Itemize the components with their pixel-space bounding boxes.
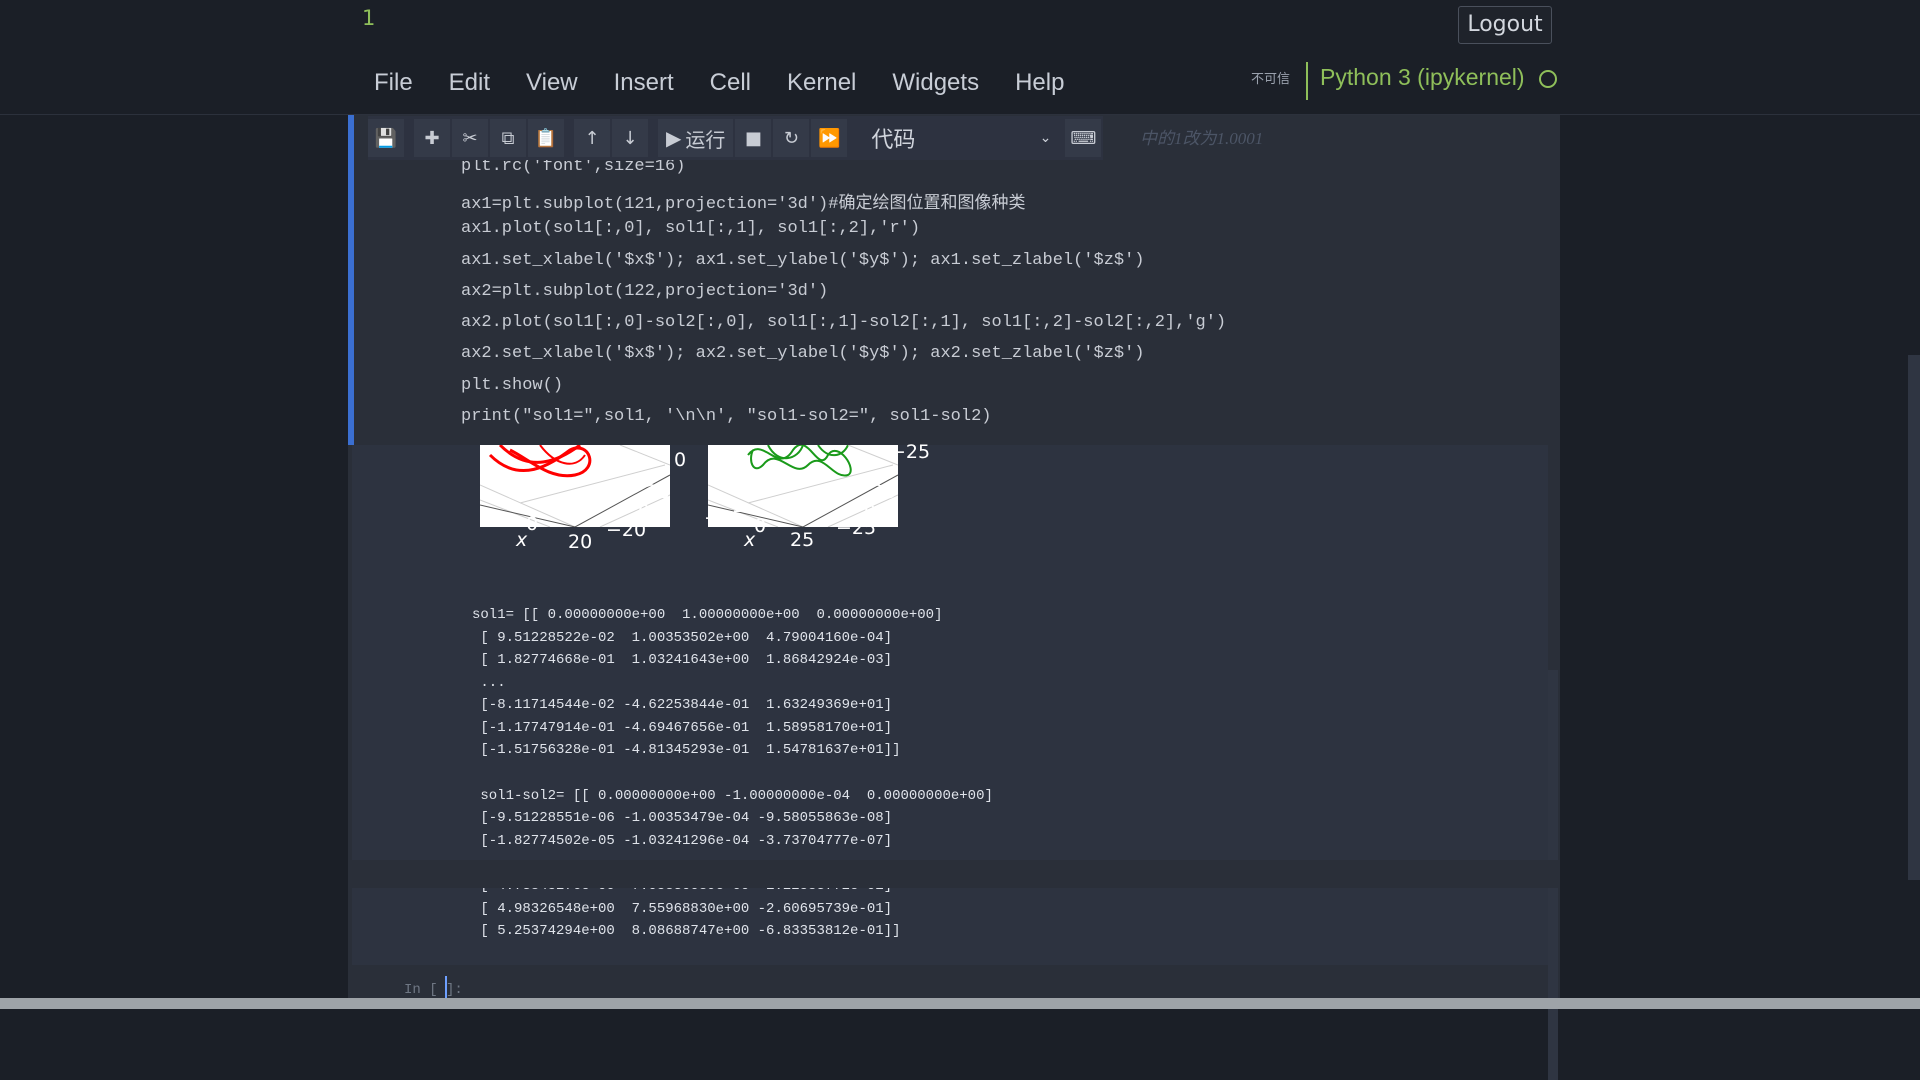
keyboard-icon: ⌨ — [1070, 127, 1097, 149]
toolbar-group-move: ↑ ↓ — [574, 119, 650, 157]
plus-icon: ✚ — [424, 127, 440, 149]
save-button[interactable]: 💾 — [368, 119, 404, 157]
toolbar-group-run: ▶ 运行 ■ ↻ ⏩ — [658, 119, 849, 157]
tick-label: 20 — [568, 531, 593, 553]
tick-label: 25 — [872, 481, 897, 503]
axis-label-y: y — [882, 505, 894, 527]
play-icon: ▶ — [666, 126, 682, 150]
code-cell[interactable]: plt.rc('font',size=16) ax1=plt.subplot(1… — [348, 115, 1560, 445]
tick-label: −20 — [606, 519, 647, 541]
menu-view[interactable]: View — [508, 66, 596, 100]
cell-prompt: In [ ]: — [404, 982, 463, 998]
code-line[interactable]: plt.show() — [461, 376, 563, 395]
tick-label: −25 — [836, 517, 877, 539]
text-cursor — [445, 976, 447, 998]
code-line[interactable]: ax1=plt.subplot(121,projection='3d')#确定绘… — [461, 188, 1025, 214]
move-up-button[interactable]: ↑ — [574, 119, 610, 157]
trajectory-red — [498, 445, 581, 464]
menubar: File Edit View Insert Cell Kernel Widget… — [356, 66, 1082, 100]
tick-label: 20 — [646, 481, 671, 503]
insert-cell-button[interactable]: ✚ — [414, 119, 450, 157]
tick-label: −25 — [704, 507, 745, 529]
menu-edit[interactable]: Edit — [431, 66, 508, 100]
run-label: 运行 — [685, 127, 726, 152]
tick-label: 0 — [674, 449, 687, 471]
save-icon: 💾 — [374, 127, 398, 149]
output-line: [ 4.98326548e+00 7.55968830e+00 -2.60695… — [472, 901, 893, 917]
copy-button[interactable]: ⧉ — [490, 119, 526, 157]
chevron-down-icon: ⌄ — [1039, 130, 1052, 146]
kernel-name[interactable]: Python 3 (ipykernel) — [1320, 64, 1525, 91]
tick-label: 0 — [526, 513, 539, 535]
kernel-idle-icon — [1539, 70, 1557, 88]
output-line: [-1.17747914e-01 -4.69467656e-01 1.58958… — [472, 720, 893, 736]
tick-label: 25 — [790, 529, 815, 551]
trust-indicator[interactable]: 不可信 — [1251, 68, 1290, 87]
output-line: [-1.82774502e-05 -1.03241296e-04 -3.7370… — [472, 833, 893, 849]
paste-icon: 📋 — [534, 127, 558, 149]
output-line: sol1= [[ 0.00000000e+00 1.00000000e+00 0… — [472, 607, 943, 623]
paste-button[interactable]: 📋 — [528, 119, 564, 157]
tick-label: −25 — [890, 441, 931, 463]
code-line[interactable]: print("sol1=",sol1, '\n\n', "sol1-sol2="… — [461, 407, 992, 426]
code-comment-fragment: 中的1改为1.0001 — [1140, 129, 1264, 148]
horizontal-scrollbar[interactable] — [0, 998, 1920, 1009]
toolbar-group-edit: ✚ ✂ ⧉ 📋 — [414, 119, 566, 157]
notebook-header: 1 Logout File Edit View Insert Cell Kern… — [0, 0, 1920, 115]
axis-label-y: y — [654, 505, 666, 527]
menu-file[interactable]: File — [356, 66, 431, 100]
kernel-separator — [1306, 62, 1308, 100]
page-scrollbar[interactable] — [1908, 355, 1920, 880]
cut-button[interactable]: ✂ — [452, 119, 488, 157]
arrow-down-icon: ↓ — [622, 127, 638, 149]
menu-insert[interactable]: Insert — [596, 66, 692, 100]
restart-button[interactable]: ↻ — [773, 119, 810, 157]
interrupt-button[interactable]: ■ — [735, 119, 772, 157]
toolbar-group-save: 💾 — [368, 119, 406, 157]
command-palette-button[interactable]: ⌨ — [1065, 119, 1102, 157]
output-line: [ 1.82774668e-01 1.03241643e+00 1.868429… — [472, 652, 893, 668]
stop-icon: ■ — [744, 127, 762, 149]
axis-label-x: x — [744, 529, 756, 551]
fast-forward-icon: ⏩ — [818, 127, 841, 149]
logout-button[interactable]: Logout — [1458, 6, 1552, 44]
menu-help[interactable]: Help — [997, 66, 1082, 100]
scissors-icon: ✂ — [462, 127, 478, 149]
menu-widgets[interactable]: Widgets — [874, 66, 997, 100]
cell-type-select[interactable]: 代码 ⌄ — [863, 119, 1060, 157]
arrow-up-icon: ↑ — [584, 127, 600, 149]
selected-cell-indicator — [348, 115, 354, 445]
output-line: [ 5.25374294e+00 8.08688747e+00 -6.83353… — [472, 923, 901, 939]
copy-icon: ⧉ — [501, 127, 515, 149]
notebook-toolbar: 💾 ✚ ✂ ⧉ 📋 ↑ ↓ ▶ 运行 ■ ↻ ⏩ 代码 ⌄ ⌨ — [368, 116, 1104, 160]
empty-code-cell[interactable] — [348, 860, 1560, 888]
code-line[interactable]: ax1.plot(sol1[:,0], sol1[:,1], sol1[:,2]… — [461, 219, 920, 238]
output-line: sol1-sol2= [[ 0.00000000e+00 -1.00000000… — [472, 788, 993, 804]
menu-kernel[interactable]: Kernel — [769, 66, 874, 100]
axis-label-x: x — [516, 529, 528, 551]
output-line: [-9.51228551e-06 -1.00353479e-04 -9.5805… — [472, 810, 893, 826]
code-line[interactable]: ax2=plt.subplot(122,projection='3d') — [461, 282, 828, 301]
code-line[interactable]: ax2.set_xlabel('$x$'); ax2.set_ylabel('$… — [461, 344, 1145, 363]
cell-type-value: 代码 — [871, 128, 916, 153]
notebook-title[interactable]: 1 — [362, 6, 375, 30]
trajectory-green — [747, 445, 852, 477]
move-down-button[interactable]: ↓ — [612, 119, 648, 157]
restart-run-all-button[interactable]: ⏩ — [811, 119, 848, 157]
output-line: [-8.11714544e-02 -4.62253844e-01 1.63249… — [472, 697, 893, 713]
run-button[interactable]: ▶ 运行 — [658, 119, 734, 157]
menu-cell[interactable]: Cell — [692, 66, 769, 100]
code-line[interactable]: ax2.plot(sol1[:,0]-sol2[:,0], sol1[:,1]-… — [461, 313, 1226, 332]
output-line: [ 9.51228522e-02 1.00353502e+00 4.790041… — [472, 630, 893, 646]
refresh-icon: ↻ — [783, 127, 799, 149]
output-line: [-1.51756328e-01 -4.81345293e-01 1.54781… — [472, 742, 901, 758]
code-line[interactable]: ax1.set_xlabel('$x$'); ax1.set_ylabel('$… — [461, 251, 1145, 270]
output-line: ... — [472, 675, 506, 691]
tick-label: 0 — [754, 515, 767, 537]
